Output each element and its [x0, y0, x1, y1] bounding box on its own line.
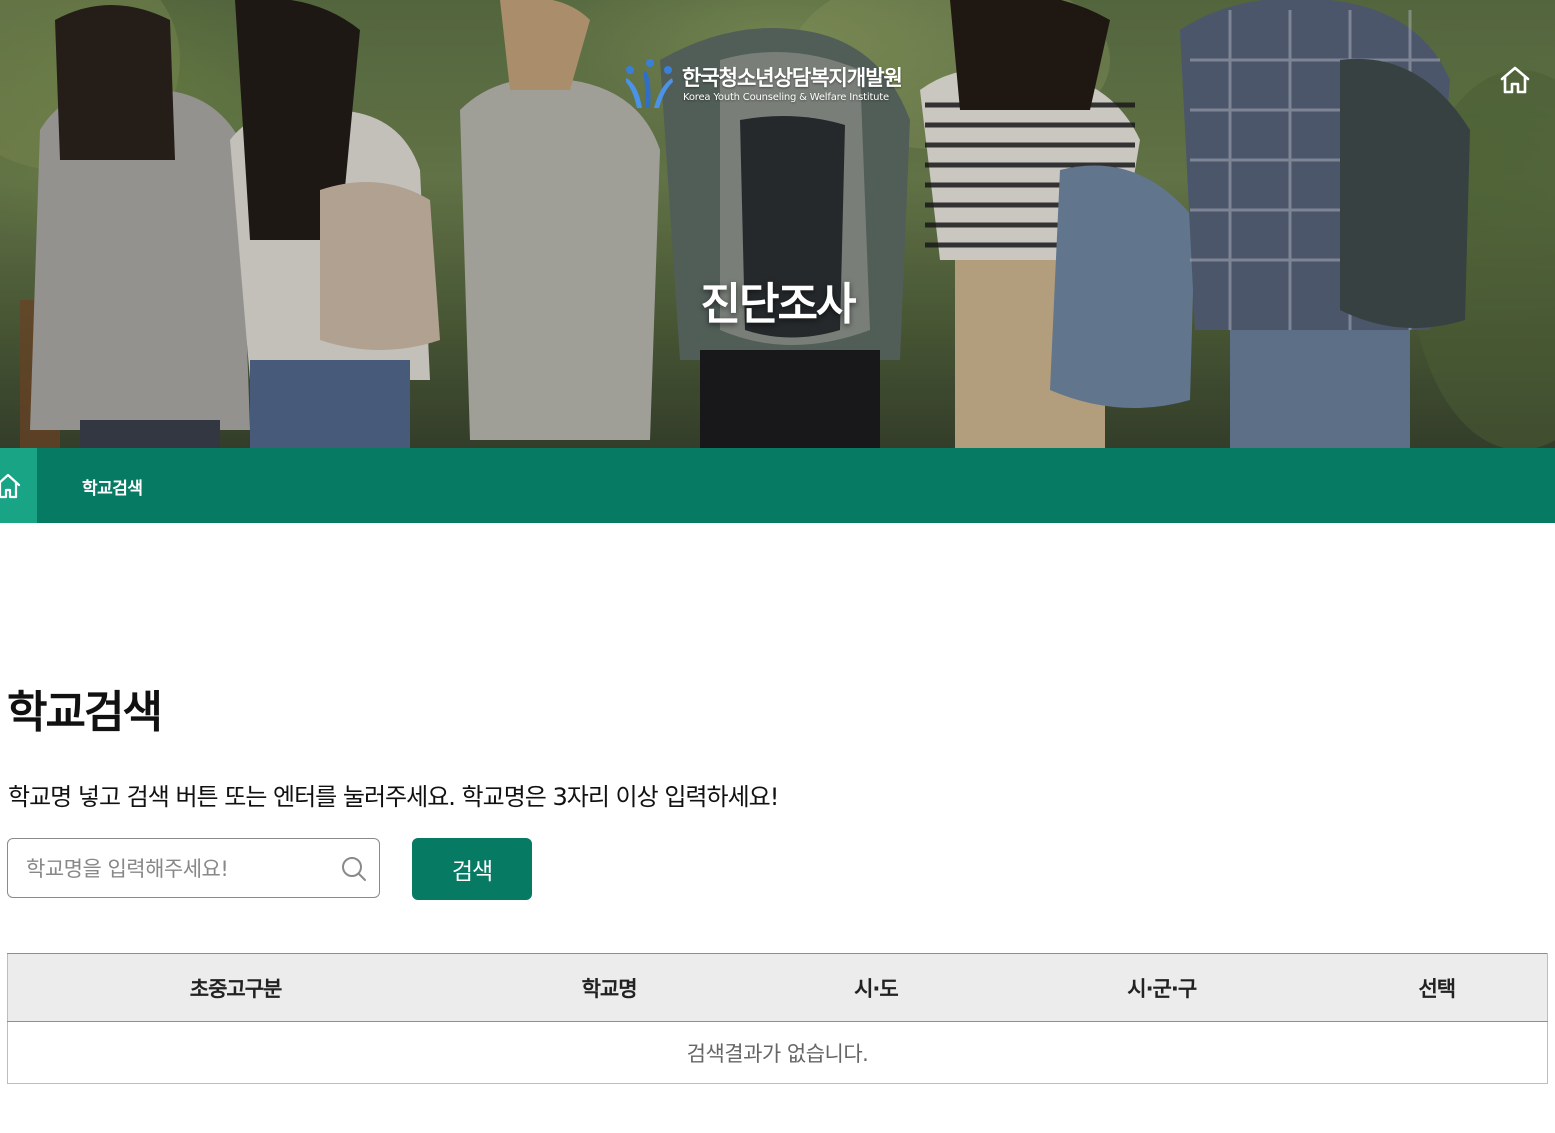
search-field — [7, 838, 380, 899]
empty-results-message: 검색결과가 없습니다. — [7, 1021, 1548, 1084]
column-header-school-name: 학교명 — [463, 953, 755, 1022]
logo-mark-icon — [626, 59, 673, 108]
table-row: 검색결과가 없습니다. — [7, 1021, 1548, 1084]
home-icon — [0, 473, 21, 499]
search-instruction: 학교명 넣고 검색 버튼 또는 엔터를 눌러주세요. 학교명은 3자리 이상 입… — [8, 783, 779, 811]
logo-english-text: Korea Youth Counseling & Welfare Institu… — [683, 92, 889, 103]
school-search-input[interactable] — [24, 839, 328, 899]
school-results-table: 초중고구분 학교명 시·도 시·군·구 선택 검색결과가 없습니다. — [7, 953, 1548, 1084]
site-logo[interactable]: 한국청소년상담복지개발원 Korea Youth Counseling & We… — [624, 58, 914, 110]
home-icon[interactable] — [1498, 64, 1532, 96]
hero-banner: 한국청소년상담복지개발원 Korea Youth Counseling & We… — [0, 0, 1555, 448]
search-button[interactable]: 검색 — [412, 838, 532, 900]
hero-title: 진단조사 — [700, 279, 857, 330]
column-header-select: 선택 — [1326, 953, 1548, 1022]
column-header-school-level: 초중고구분 — [7, 953, 464, 1022]
breadcrumb-home-button[interactable] — [0, 448, 37, 523]
logo-korean-text: 한국청소년상담복지개발원 — [682, 66, 903, 90]
breadcrumb-current[interactable]: 학교검색 — [82, 474, 143, 499]
table-header-row: 초중고구분 학교명 시·도 시·군·구 선택 — [7, 953, 1548, 1022]
page-title: 학교검색 — [7, 687, 163, 738]
column-header-province: 시·도 — [754, 953, 997, 1022]
search-icon[interactable] — [340, 855, 368, 883]
breadcrumb-bar: 학교검색 — [0, 448, 1555, 523]
column-header-district: 시·군·구 — [996, 953, 1327, 1022]
